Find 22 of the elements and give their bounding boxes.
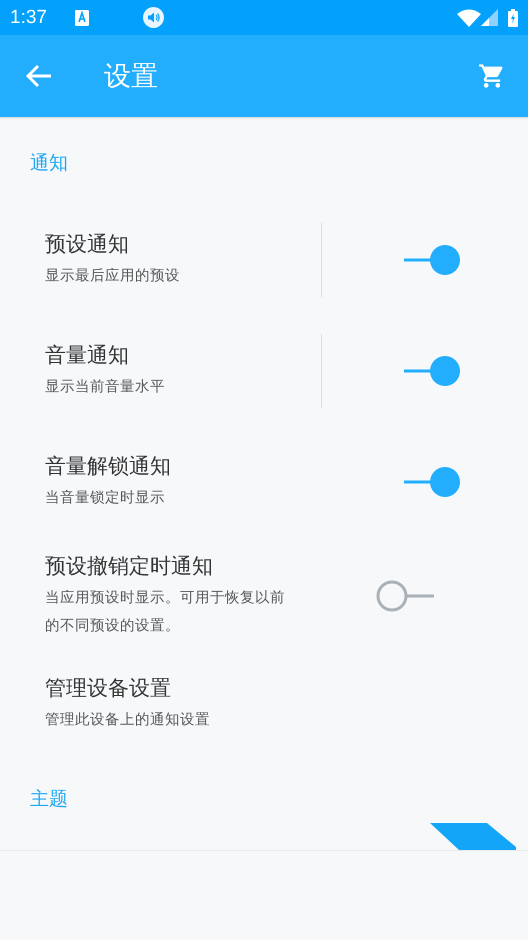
page-title: 设置 bbox=[104, 60, 159, 94]
setting-description: 当应用预设时显示。可用于恢复以前的不同预设的设置。 bbox=[45, 588, 286, 636]
setting-description: 显示当前音量水平 bbox=[45, 378, 166, 396]
setting-title: 音量解锁通知 bbox=[45, 452, 172, 480]
back-icon[interactable] bbox=[26, 64, 52, 88]
volume-icon bbox=[142, 7, 164, 28]
setting-description: 管理此设备上的通知设置 bbox=[45, 711, 211, 730]
status-time: 1:37 bbox=[10, 6, 47, 28]
setting-description: 当音量锁定时显示 bbox=[45, 488, 166, 508]
section-header: 主题 bbox=[29, 787, 69, 812]
setting-title: 预设撤销定时通知 bbox=[45, 553, 214, 580]
section-header: 通知 bbox=[29, 151, 69, 176]
setting-description: 显示最后应用的预设 bbox=[45, 266, 181, 286]
theme-swatch[interactable] bbox=[430, 823, 516, 850]
keyboard-icon bbox=[74, 10, 89, 26]
setting-title[interactable]: 管理设备设置 bbox=[45, 674, 528, 702]
toggle-switch[interactable] bbox=[376, 579, 436, 613]
battery-icon bbox=[508, 8, 518, 26]
setting-title: 预设通知 bbox=[45, 230, 130, 258]
wifi-icon bbox=[457, 8, 481, 26]
setting-title: 音量通知 bbox=[45, 342, 130, 368]
signal-icon bbox=[481, 9, 498, 26]
